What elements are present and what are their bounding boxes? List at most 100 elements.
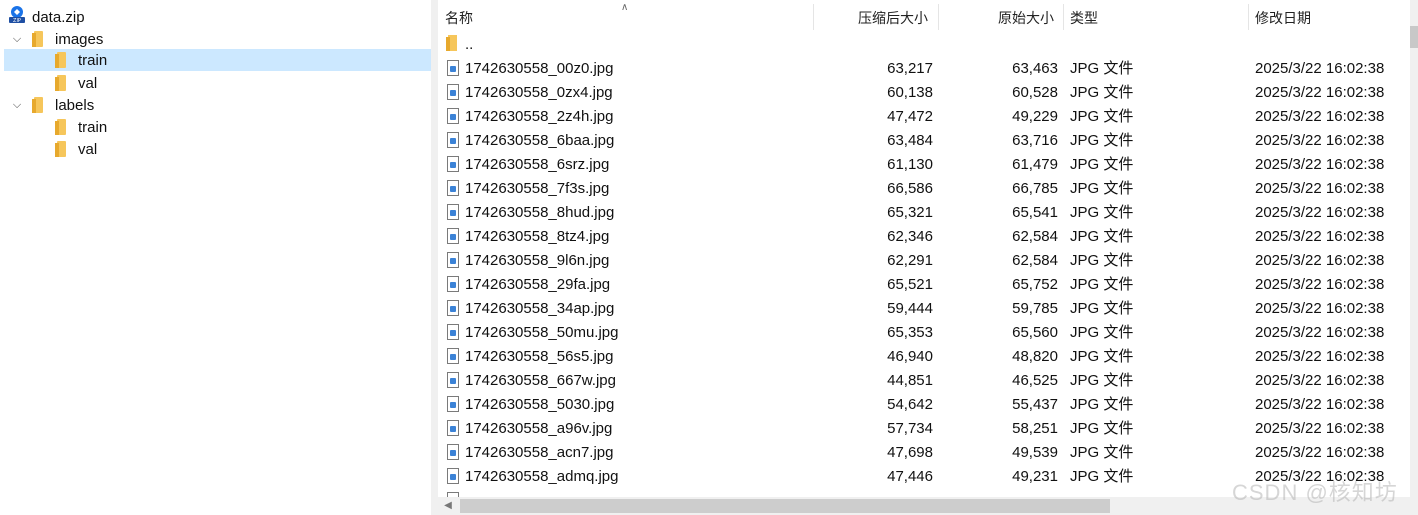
file-name: 1742630558_9l6n.jpg	[465, 252, 610, 269]
table-row[interactable]: 1742630558_2z4h.jpg 47,472 49,229 JPG 文件 202…	[438, 104, 1410, 128]
tree-item-labels-train[interactable]: train	[0, 116, 431, 138]
file-name: 1742630558_a96v.jpg	[465, 420, 613, 437]
file-type: JPG 文件	[1070, 228, 1134, 245]
tree-item-images-train[interactable]: train	[4, 49, 431, 71]
compressed-size: 47,472	[887, 108, 933, 125]
table-row[interactable]: 1742630558_0zx4.jpg 60,138 60,528 JPG 文件 202…	[438, 80, 1410, 104]
table-row[interactable]: 1742630558_56s5.jpg 46,940 48,820 JPG 文件 202…	[438, 344, 1410, 368]
file-type: JPG 文件	[1070, 84, 1134, 101]
table-row[interactable]: 1742630558_34ap.jpg 59,444 59,785 JPG 文件 202…	[438, 296, 1410, 320]
file-type: JPG 文件	[1070, 108, 1134, 125]
file-name: 1742630558_admq.jpg	[465, 468, 619, 485]
original-size: 63,463	[1012, 60, 1058, 77]
jpg-file-icon	[447, 132, 459, 148]
chevron-down-icon[interactable]: ⌵	[10, 32, 24, 46]
column-header-original-size[interactable]: 原始大小	[998, 0, 1054, 32]
file-type: JPG 文件	[1070, 396, 1134, 413]
compressed-size: 54,642	[887, 396, 933, 413]
tree-item-label: val	[78, 140, 98, 158]
jpg-file-icon	[447, 348, 459, 364]
chevron-down-icon[interactable]: ⌵	[10, 98, 24, 112]
parent-folder-label: ..	[465, 36, 474, 53]
column-divider[interactable]	[938, 4, 939, 30]
folder-icon	[55, 75, 69, 91]
file-name: 1742630558_00z0.jpg	[465, 60, 614, 77]
modified-date: 2025/3/22 16:02:38	[1255, 324, 1385, 341]
compressed-size: 66,586	[887, 180, 933, 197]
table-row[interactable]: 1742630558_a96v.jpg 57,734 58,251 JPG 文件 202…	[438, 416, 1410, 440]
file-name: 1742630558_29fa.jpg	[465, 276, 611, 293]
modified-date: 2025/3/22 16:02:38	[1255, 372, 1385, 389]
original-size: 62,584	[1012, 228, 1058, 245]
column-header-compressed-size[interactable]: 压缩后大小	[858, 0, 928, 32]
folder-tree-pane[interactable]: ZIP data.zip ⌵ images train val ⌵ labels…	[0, 0, 431, 515]
compressed-size: 62,291	[887, 252, 933, 269]
horizontal-scrollbar-thumb[interactable]	[460, 499, 1110, 513]
column-divider[interactable]	[813, 4, 814, 30]
tree-item-labels-val[interactable]: val	[0, 138, 431, 160]
file-type: JPG 文件	[1070, 60, 1134, 77]
svg-text:ZIP: ZIP	[13, 18, 21, 24]
file-list-pane[interactable]: ∧ 名称 压缩后大小 原始大小 类型 修改日期 .. 1742630558_00…	[438, 0, 1418, 515]
table-row[interactable]: 1742630558_8tz4.jpg 62,346 62,584 JPG 文件 202…	[438, 224, 1410, 248]
original-size: 62,584	[1012, 252, 1058, 269]
original-size: 65,560	[1012, 324, 1058, 341]
pane-splitter[interactable]	[431, 0, 438, 515]
jpg-file-icon	[447, 180, 459, 196]
compressed-size: 65,521	[887, 276, 933, 293]
vertical-scrollbar[interactable]	[1410, 0, 1418, 497]
column-header-bar: ∧ 名称 压缩后大小 原始大小 类型 修改日期	[438, 0, 1418, 32]
modified-date: 2025/3/22 16:02:38	[1255, 396, 1385, 413]
table-row[interactable]: 1742630558_8hud.jpg 65,321 65,541 JPG 文件 202…	[438, 200, 1410, 224]
file-type: JPG 文件	[1070, 300, 1134, 317]
file-type: JPG 文件	[1070, 372, 1134, 389]
table-row[interactable]: 1742630558_667w.jpg 44,851 46,525 JPG 文件 202…	[438, 368, 1410, 392]
file-name: 1742630558_6baa.jpg	[465, 132, 615, 149]
compressed-size: 65,353	[887, 324, 933, 341]
table-row[interactable]: 1742630558_9l6n.jpg 62,291 62,584 JPG 文件 202…	[438, 248, 1410, 272]
tree-item-labels[interactable]: ⌵ labels	[0, 94, 431, 116]
file-name: 1742630558_5030.jpg	[465, 396, 615, 413]
column-header-type[interactable]: 类型	[1070, 0, 1098, 32]
modified-date: 2025/3/22 16:02:38	[1255, 252, 1385, 269]
tree-item-label: train	[78, 51, 108, 69]
table-row[interactable]: 1742630558_00z0.jpg 63,217 63,463 JPG 文件 202…	[438, 56, 1410, 80]
table-row[interactable]: 1742630558_5030.jpg 54,642 55,437 JPG 文件 202…	[438, 392, 1410, 416]
folder-icon	[32, 31, 46, 47]
folder-icon	[55, 52, 69, 68]
original-size: 61,479	[1012, 156, 1058, 173]
tree-item-label: labels	[55, 96, 95, 114]
original-size: 60,528	[1012, 84, 1058, 101]
column-header-modified[interactable]: 修改日期	[1255, 0, 1311, 32]
compressed-size: 65,321	[887, 204, 933, 221]
table-row[interactable]: 1742630558_7f3s.jpg 66,586 66,785 JPG 文件 202…	[438, 176, 1410, 200]
modified-date: 2025/3/22 16:02:38	[1255, 180, 1385, 197]
jpg-file-icon	[447, 372, 459, 388]
table-row[interactable]: 1742630558_acn7.jpg 47,698 49,539 JPG 文件 202…	[438, 440, 1410, 464]
jpg-file-icon	[447, 324, 459, 340]
table-row[interactable]: 1742630558_6srz.jpg 61,130 61,479 JPG 文件 202…	[438, 152, 1410, 176]
file-type: JPG 文件	[1070, 348, 1134, 365]
modified-date: 2025/3/22 16:02:38	[1255, 132, 1385, 149]
jpg-file-icon	[447, 60, 459, 76]
original-size: 48,820	[1012, 348, 1058, 365]
column-header-name[interactable]: 名称	[445, 0, 473, 32]
tree-item-images-val[interactable]: val	[0, 72, 431, 94]
compressed-size: 63,217	[887, 60, 933, 77]
jpg-file-icon	[447, 300, 459, 316]
vertical-scrollbar-thumb[interactable]	[1410, 26, 1418, 48]
column-divider[interactable]	[1248, 4, 1249, 30]
file-type: JPG 文件	[1070, 156, 1134, 173]
table-row[interactable]: 1742630558_50mu.jpg 65,353 65,560 JPG 文件 202…	[438, 320, 1410, 344]
parent-folder-row[interactable]: ..	[438, 32, 1410, 56]
table-row[interactable]: 1742630558_29fa.jpg 65,521 65,752 JPG 文件 202…	[438, 272, 1410, 296]
jpg-file-icon	[447, 420, 459, 436]
jpg-file-icon	[447, 156, 459, 172]
modified-date: 2025/3/22 16:02:38	[1255, 348, 1385, 365]
scroll-left-arrow-icon[interactable]: ◀	[440, 497, 456, 515]
column-divider[interactable]	[1063, 4, 1064, 30]
file-type: JPG 文件	[1070, 276, 1134, 293]
tree-root-data-zip[interactable]: ZIP data.zip	[0, 6, 431, 28]
table-row[interactable]: 1742630558_6baa.jpg 63,484 63,716 JPG 文件 202…	[438, 128, 1410, 152]
tree-item-images[interactable]: ⌵ images	[0, 28, 431, 50]
